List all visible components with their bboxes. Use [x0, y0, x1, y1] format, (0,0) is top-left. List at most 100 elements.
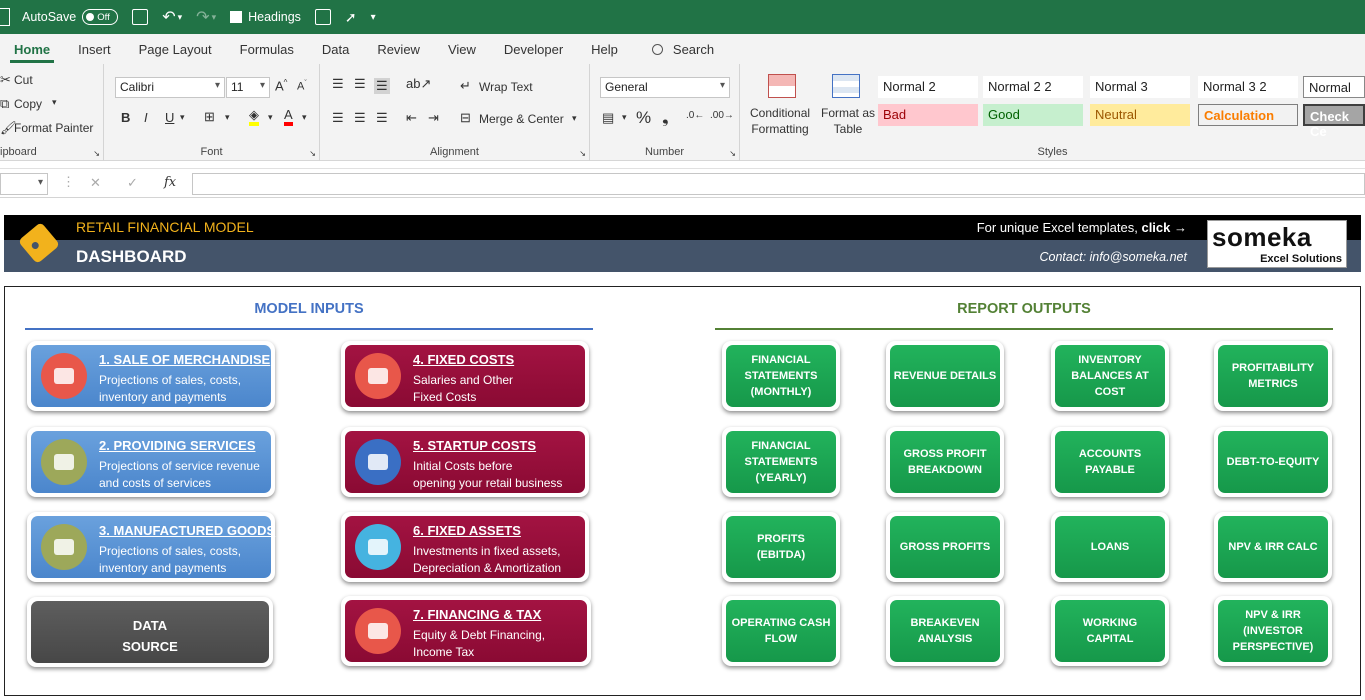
merge-center-button[interactable]: Merge & Center — [479, 112, 564, 126]
decrease-decimal-icon[interactable]: .00→ — [710, 110, 734, 121]
tab-view[interactable]: View — [434, 42, 490, 64]
tab-page-layout[interactable]: Page Layout — [125, 42, 226, 64]
conditional-formatting-button[interactable]: Conditional Formatting — [750, 105, 810, 137]
enter-icon[interactable]: ✓ — [127, 175, 138, 191]
output-button-8[interactable]: DEBT-TO-EQUITY — [1214, 427, 1332, 497]
output-button-1[interactable]: FINANCIAL STATEMENTS (MONTHLY) — [722, 341, 840, 411]
input-button-4[interactable]: 4. FIXED COSTS Salaries and Other Fixed C… — [341, 341, 589, 411]
insert-function-icon[interactable]: fx — [164, 175, 176, 190]
font-color-icon[interactable]: A — [284, 107, 293, 126]
tab-formulas[interactable]: Formulas — [226, 42, 308, 64]
output-button-6[interactable]: GROSS PROFIT BREAKDOWN — [886, 427, 1004, 497]
format-as-table-button[interactable]: Format as Table — [821, 105, 875, 137]
output-button-2[interactable]: REVENUE DETAILS — [886, 341, 1004, 411]
autosave[interactable]: AutoSave Off — [22, 9, 119, 25]
italic-icon[interactable]: I — [144, 110, 148, 125]
undo-icon[interactable]: ↶ ▾ — [162, 7, 182, 27]
underline-icon[interactable]: U — [165, 110, 174, 125]
copy-button[interactable]: Copy — [14, 97, 42, 111]
decrease-indent-icon[interactable]: ⇤ — [406, 110, 417, 126]
output-button-11[interactable]: LOANS — [1051, 512, 1169, 582]
input-button-1[interactable]: 1. SALE OF MERCHANDISE Projections of sal… — [27, 341, 275, 411]
comma-style-icon[interactable]: ❟ — [662, 108, 669, 128]
output-button-7[interactable]: ACCOUNTS PAYABLE — [1051, 427, 1169, 497]
tab-data[interactable]: Data — [308, 42, 363, 64]
output-button-3[interactable]: INVENTORY BALANCES AT COST — [1051, 341, 1169, 411]
cell-style-normal-2-2[interactable]: Normal 2 2 — [983, 76, 1083, 98]
output-button-9[interactable]: PROFITS (EBITDA) — [722, 512, 840, 582]
accounting-dropdown-icon[interactable]: ▾ — [622, 112, 627, 123]
someka-logo[interactable]: someka Excel Solutions — [1207, 220, 1347, 268]
data-source-button[interactable]: DATA SOURCE — [27, 597, 273, 667]
save-icon[interactable] — [132, 9, 149, 25]
cancel-icon[interactable]: ✕ — [90, 175, 101, 191]
input-button-6[interactable]: 6. FIXED ASSETS Investments in fixed asse… — [341, 512, 589, 582]
form-icon[interactable] — [314, 9, 331, 25]
input-button-3[interactable]: 3. MANUFACTURED GOODS Projections of sale… — [27, 512, 275, 582]
output-button-12[interactable]: NPV & IRR CALC — [1214, 512, 1332, 582]
font-size-select[interactable]: 11 — [226, 77, 270, 98]
tab-review[interactable]: Review — [363, 42, 434, 64]
cell-style-normal-3[interactable]: Normal 3 — [1090, 76, 1190, 98]
tab-developer[interactable]: Developer — [490, 42, 577, 64]
dialog-launcher-icon[interactable]: ↘ — [579, 149, 586, 158]
cell-style-bad[interactable]: Bad — [878, 104, 978, 126]
format-painter-button[interactable]: Format Painter — [14, 121, 93, 135]
align-center-icon[interactable]: ☰ — [354, 110, 366, 126]
align-middle-icon[interactable]: ☰ — [354, 76, 366, 92]
font-name-select[interactable]: Calibri — [115, 77, 225, 98]
borders-icon[interactable]: ⊞ — [204, 109, 215, 125]
dialog-launcher-icon[interactable]: ↘ — [309, 149, 316, 158]
fill-dropdown-icon[interactable]: ▾ — [268, 112, 273, 123]
dialog-launcher-icon[interactable]: ↘ — [93, 149, 100, 158]
borders-dropdown-icon[interactable]: ▾ — [225, 112, 230, 123]
search-box[interactable]: Search — [638, 42, 728, 64]
font-color-dropdown-icon[interactable]: ▾ — [302, 112, 307, 123]
cell-style-check-ce[interactable]: Check Ce — [1303, 104, 1365, 139]
output-button-10[interactable]: GROSS PROFITS — [886, 512, 1004, 582]
contact-email[interactable]: Contact: info@someka.net — [1040, 250, 1188, 264]
wrap-text-button[interactable]: Wrap Text — [479, 80, 533, 94]
tab-help[interactable]: Help — [577, 42, 632, 64]
autosave-toggle[interactable]: Off — [82, 9, 119, 25]
cell-style-good[interactable]: Good — [983, 104, 1083, 126]
accounting-format-icon[interactable]: ▤ — [602, 110, 614, 126]
redo-icon[interactable]: ↷ ▾ — [196, 7, 216, 27]
merge-dropdown-icon[interactable]: ▾ — [572, 113, 577, 124]
cell-style-neutral[interactable]: Neutral — [1090, 104, 1190, 126]
increase-decimal-icon[interactable]: .0← — [686, 110, 704, 121]
cell-style-normal[interactable]: Normal — [1303, 76, 1365, 98]
output-button-5[interactable]: FINANCIAL STATEMENTS (YEARLY) — [722, 427, 840, 497]
select-pointer-icon[interactable]: ➚ — [345, 9, 357, 26]
orientation-icon[interactable]: ab↗ — [406, 76, 431, 92]
promo-click-link[interactable]: click → — [1141, 220, 1187, 235]
name-box[interactable]: ▾ — [0, 173, 48, 195]
grow-font-icon[interactable]: A^ — [275, 78, 287, 93]
align-right-icon[interactable]: ☰ — [376, 110, 388, 126]
output-button-13[interactable]: OPERATING CASH FLOW — [722, 596, 840, 666]
input-button-2[interactable]: 2. PROVIDING SERVICES Projections of serv… — [27, 427, 275, 497]
shrink-font-icon[interactable]: Aˇ — [297, 80, 307, 93]
output-button-16[interactable]: NPV & IRR (INVESTOR PERSPECTIVE) — [1214, 596, 1332, 666]
name-box-dropdown-icon[interactable]: ▾ — [38, 177, 43, 188]
align-left-icon[interactable]: ☰ — [332, 110, 344, 126]
fill-color-icon[interactable]: ◈ — [249, 108, 259, 126]
cell-style-calculation[interactable]: Calculation — [1198, 104, 1298, 126]
align-top-icon[interactable]: ☰ — [332, 76, 344, 92]
cell-style-normal-2[interactable]: Normal 2 — [878, 76, 978, 98]
number-format-select[interactable]: General — [600, 77, 730, 98]
cut-button[interactable]: Cut — [14, 73, 33, 87]
underline-dropdown-icon[interactable]: ▾ — [180, 112, 185, 123]
input-button-5[interactable]: 5. STARTUP COSTS Initial Costs before ope… — [341, 427, 589, 497]
increase-indent-icon[interactable]: ⇥ — [428, 110, 439, 126]
tab-home[interactable]: Home — [0, 42, 64, 64]
align-bottom-icon[interactable]: ☰ — [374, 78, 390, 94]
headings-checkbox[interactable]: Headings — [230, 10, 301, 24]
output-button-15[interactable]: WORKING CAPITAL — [1051, 596, 1169, 666]
percent-icon[interactable]: % — [636, 108, 651, 128]
customize-toolbar-icon[interactable]: ▾ — [371, 12, 376, 23]
cell-style-normal-3-2[interactable]: Normal 3 2 — [1198, 76, 1298, 98]
output-button-4[interactable]: PROFITABILITY METRICS — [1214, 341, 1332, 411]
copy-dropdown-icon[interactable]: ▾ — [52, 97, 57, 108]
formula-input[interactable] — [192, 173, 1365, 195]
